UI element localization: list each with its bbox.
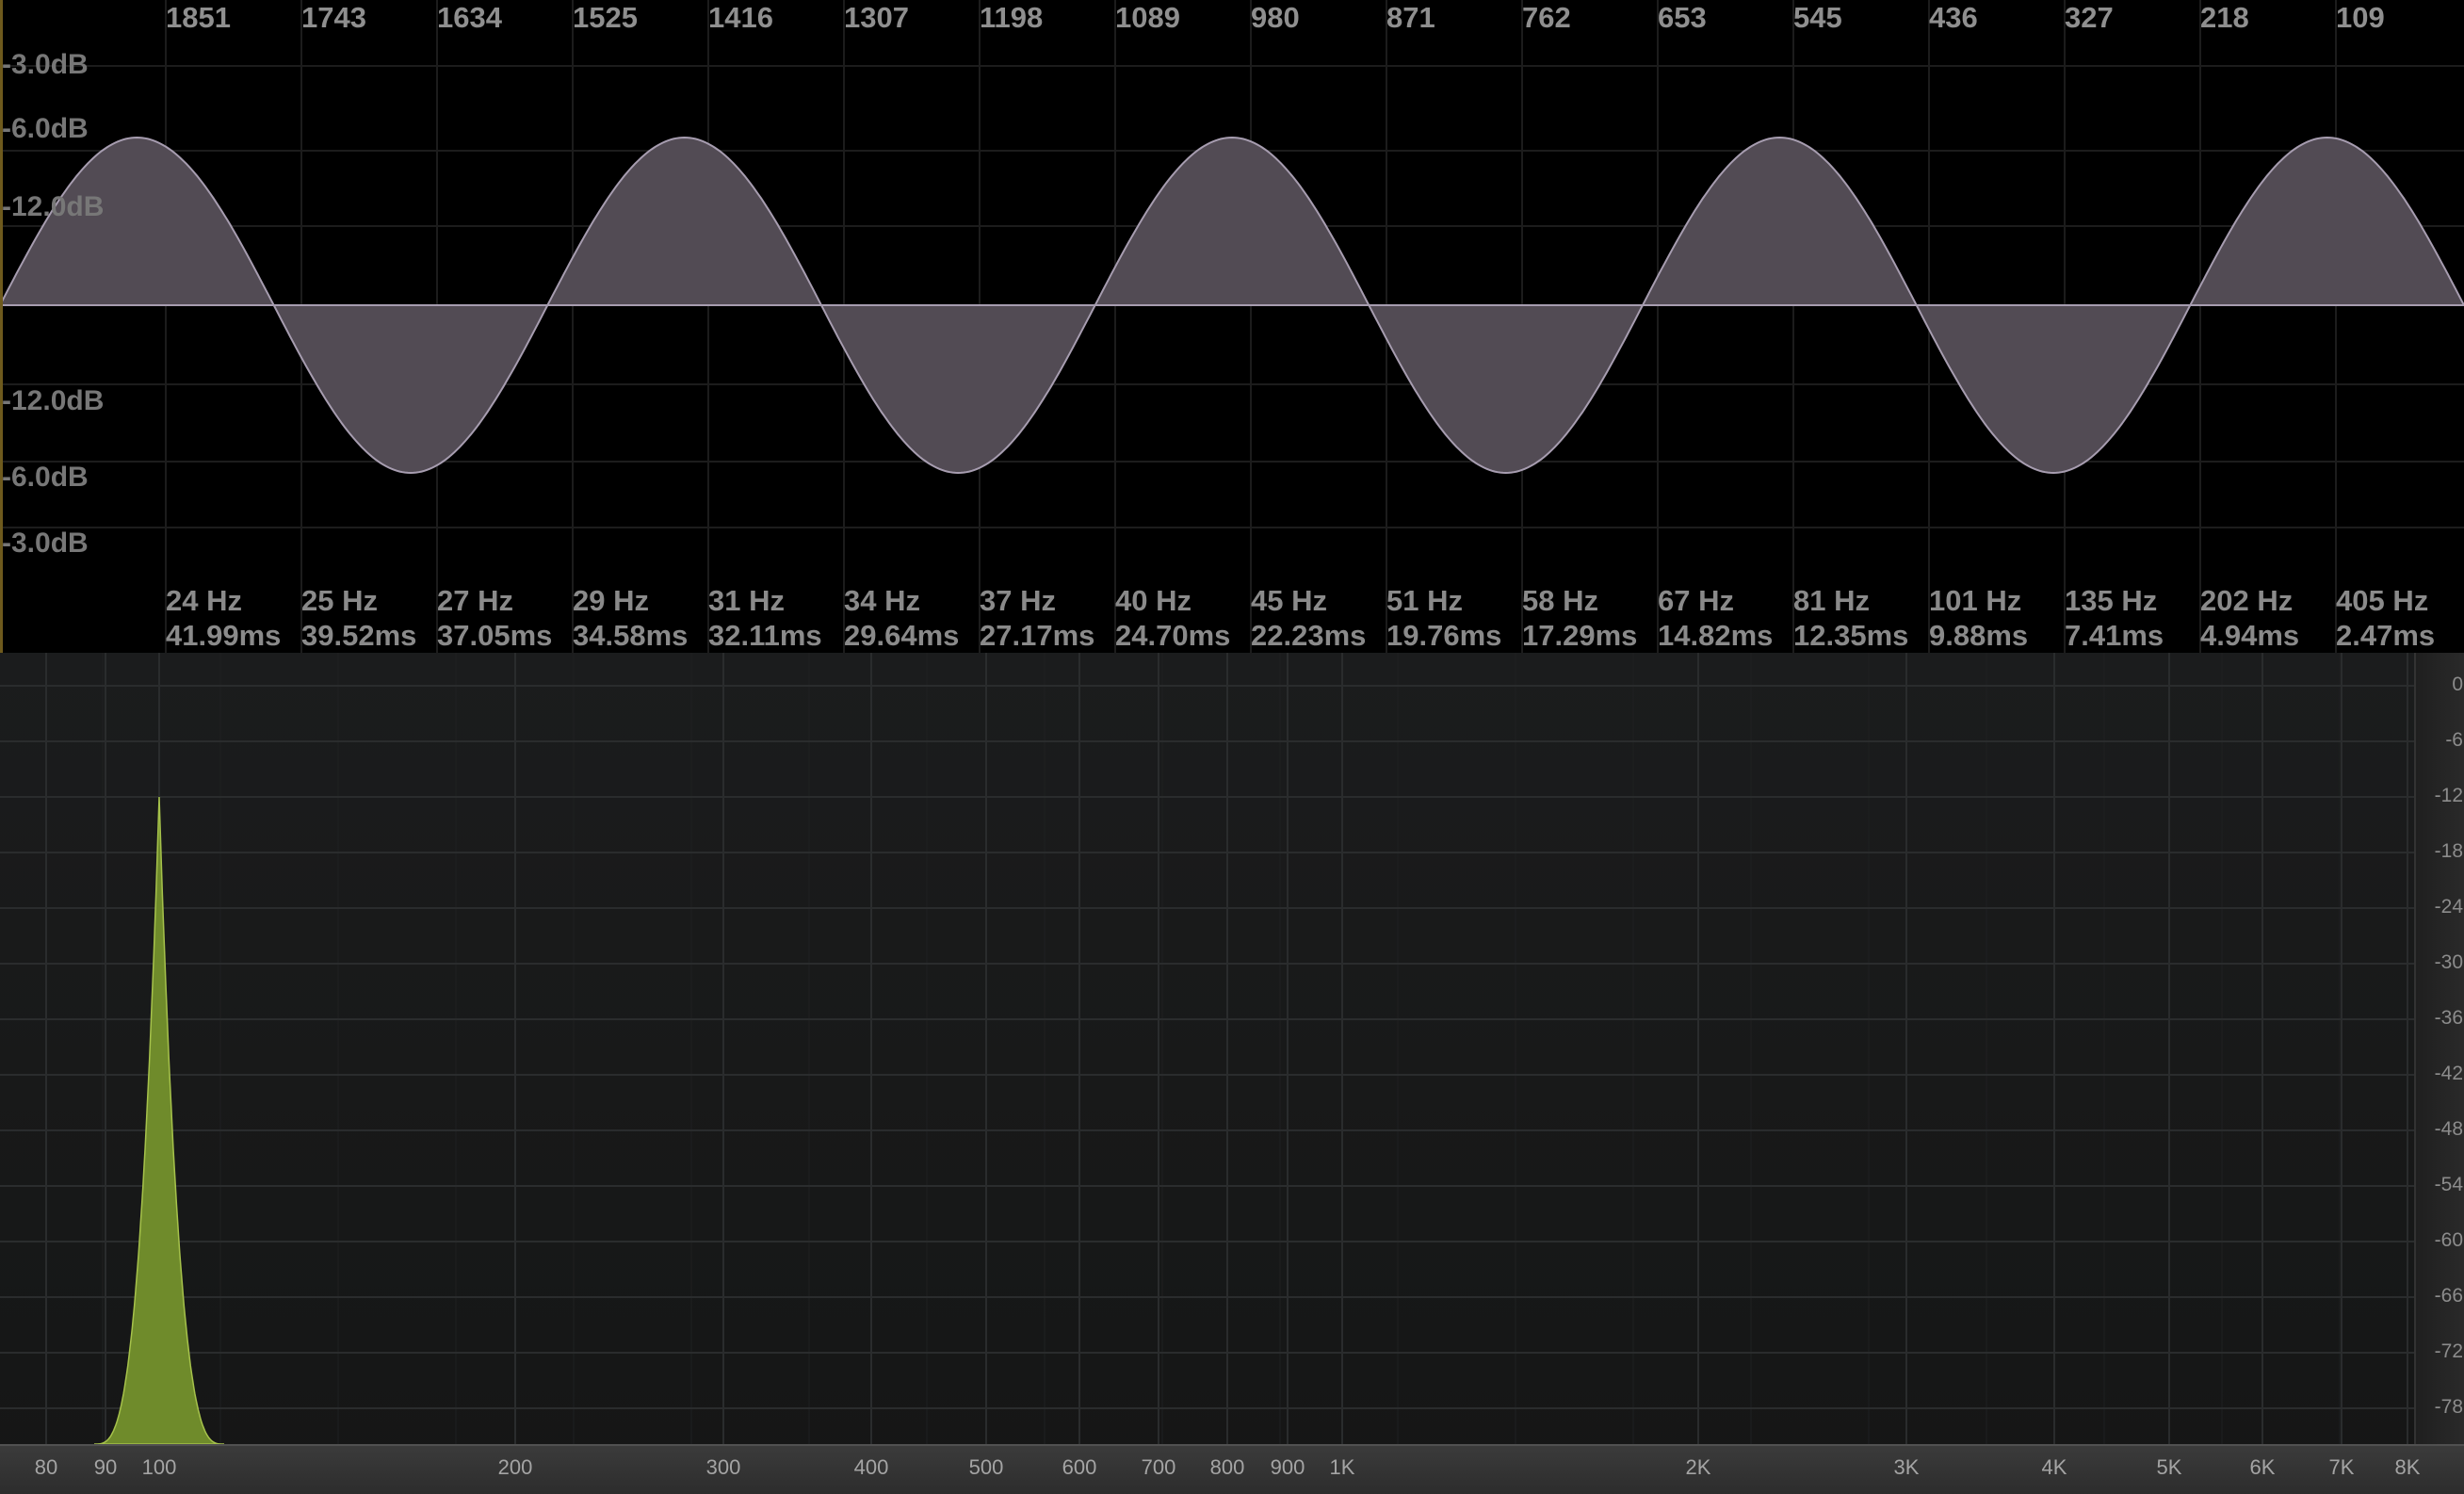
period-label: 24.70ms	[1115, 619, 1231, 652]
period-label: 19.76ms	[1386, 619, 1502, 652]
period-label: 39.52ms	[301, 619, 417, 652]
spectrum-analyzer-panel: 0 -6 -12 -18 -24 -30 -36 -42 -48 -54 -60…	[0, 653, 2464, 1494]
frequency-label: 405 Hz	[2336, 584, 2429, 617]
db-scale-label: -66	[2434, 1285, 2463, 1307]
db-scale-label: -78	[2434, 1396, 2463, 1418]
frequency-tick-label: 600	[1062, 1455, 1097, 1479]
db-level-label: -12.0dB	[2, 191, 105, 222]
sample-label: 1089	[1115, 1, 1180, 34]
sample-label: 871	[1386, 1, 1435, 34]
frequency-tick-label: 1K	[1329, 1455, 1355, 1479]
db-scale-label: -48	[2434, 1118, 2463, 1140]
frequency-label: 40 Hz	[1115, 584, 1191, 617]
frequency-label: 27 Hz	[437, 584, 513, 617]
period-label: 4.94ms	[2200, 619, 2300, 652]
frequency-label: 29 Hz	[573, 584, 649, 617]
period-label: 32.11ms	[708, 619, 822, 652]
db-scale-label: -12	[2434, 785, 2463, 806]
frequency-label: 51 Hz	[1386, 584, 1463, 617]
frequency-label: 202 Hz	[2200, 584, 2294, 617]
period-label: 27.17ms	[980, 619, 1095, 652]
period-label: 9.88ms	[1929, 619, 2029, 652]
period-label: 34.58ms	[573, 619, 689, 652]
frequency-label: 135 Hz	[2065, 584, 2158, 617]
db-level-label: -12.0dB	[2, 385, 105, 416]
sample-label: 1743	[301, 1, 366, 34]
db-level-label: -3.0dB	[2, 528, 89, 559]
sample-label: 436	[1929, 1, 1978, 34]
db-scale-label: -54	[2434, 1174, 2463, 1195]
period-label: 12.35ms	[1793, 619, 1909, 652]
sample-label: 1198	[980, 1, 1044, 34]
db-level-label: -3.0dB	[2, 49, 89, 80]
db-scale: 0 -6 -12 -18 -24 -30 -36 -42 -48 -54 -60…	[2414, 653, 2464, 1444]
period-label: 22.23ms	[1251, 619, 1367, 652]
frequency-tick-label: 200	[497, 1455, 533, 1479]
frequency-tick-label: 400	[853, 1455, 889, 1479]
sample-label: 1307	[844, 1, 909, 34]
frequency-tick-label: 700	[1141, 1455, 1176, 1479]
frequency-label: 81 Hz	[1793, 584, 1870, 617]
frequency-label: 31 Hz	[708, 584, 785, 617]
frequency-label: 58 Hz	[1522, 584, 1598, 617]
frequency-tick-label: 4K	[2041, 1455, 2067, 1479]
sample-label: 1525	[573, 1, 638, 34]
period-label: 41.99ms	[166, 619, 282, 652]
db-scale-label: -42	[2434, 1063, 2463, 1084]
sample-label: 762	[1522, 1, 1571, 34]
sample-label: 327	[2065, 1, 2114, 34]
spectrum-grid	[0, 653, 2414, 1444]
frequency-label: 67 Hz	[1658, 584, 1734, 617]
frequency-tick-label: 8K	[2394, 1455, 2421, 1479]
frequency-tick-label: 100	[141, 1455, 177, 1479]
db-level-label: -6.0dB	[2, 462, 89, 493]
frequency-tick-label: 300	[705, 1455, 741, 1479]
frequency-axis: 80 90 100 200 300 400 500 600 700 800 90…	[0, 1444, 2464, 1494]
sample-label: 1416	[708, 1, 773, 34]
frequency-tick-label: 900	[1270, 1455, 1305, 1479]
db-level-label: -6.0dB	[2, 113, 89, 144]
frequency-tick-label: 5K	[2156, 1455, 2182, 1479]
sample-label: 109	[2336, 1, 2385, 34]
waveform-display	[0, 0, 2464, 653]
sample-label: 980	[1251, 1, 1300, 34]
db-scale-label: -18	[2434, 840, 2463, 862]
sample-label: 1851	[166, 1, 231, 34]
oscilloscope-panel: 1851 1743 1634 1525 1416 1307 1198 1089 …	[0, 0, 2464, 653]
frequency-tick-label: 800	[1209, 1455, 1245, 1479]
sample-label: 218	[2200, 1, 2249, 34]
period-label: 7.41ms	[2065, 619, 2164, 652]
frequency-label: 37 Hz	[980, 584, 1056, 617]
period-label: 37.05ms	[437, 619, 553, 652]
db-scale-label: -6	[2445, 729, 2463, 751]
frequency-tick-label: 3K	[1893, 1455, 1920, 1479]
db-scale-label: -30	[2434, 951, 2463, 973]
frequency-tick-label: 500	[968, 1455, 1004, 1479]
frequency-tick-label: 2K	[1685, 1455, 1711, 1479]
frequency-label: 24 Hz	[166, 584, 242, 617]
spectrum-peak	[94, 796, 224, 1444]
frequency-tick-label: 6K	[2249, 1455, 2276, 1479]
period-label: 2.47ms	[2336, 619, 2436, 652]
period-label: 29.64ms	[844, 619, 960, 652]
frequency-label: 45 Hz	[1251, 584, 1327, 617]
db-scale-label: -24	[2434, 896, 2463, 918]
db-scale-label: -36	[2434, 1007, 2463, 1029]
spectrum-display	[0, 653, 2414, 1444]
db-scale-label: -60	[2434, 1229, 2463, 1251]
sample-label: 653	[1658, 1, 1707, 34]
sample-label: 545	[1793, 1, 1842, 34]
frequency-tick-label: 7K	[2328, 1455, 2355, 1479]
db-scale-label: -72	[2434, 1340, 2463, 1362]
db-scale-label: 0	[2452, 674, 2463, 695]
frequency-label: 25 Hz	[301, 584, 378, 617]
frequency-label: 34 Hz	[844, 584, 920, 617]
period-label: 17.29ms	[1522, 619, 1638, 652]
frequency-tick-label: 80	[34, 1455, 58, 1479]
period-label: 14.82ms	[1658, 619, 1774, 652]
sample-label: 1634	[437, 1, 502, 34]
frequency-label: 101 Hz	[1929, 584, 2022, 617]
frequency-tick-label: 90	[93, 1455, 118, 1479]
